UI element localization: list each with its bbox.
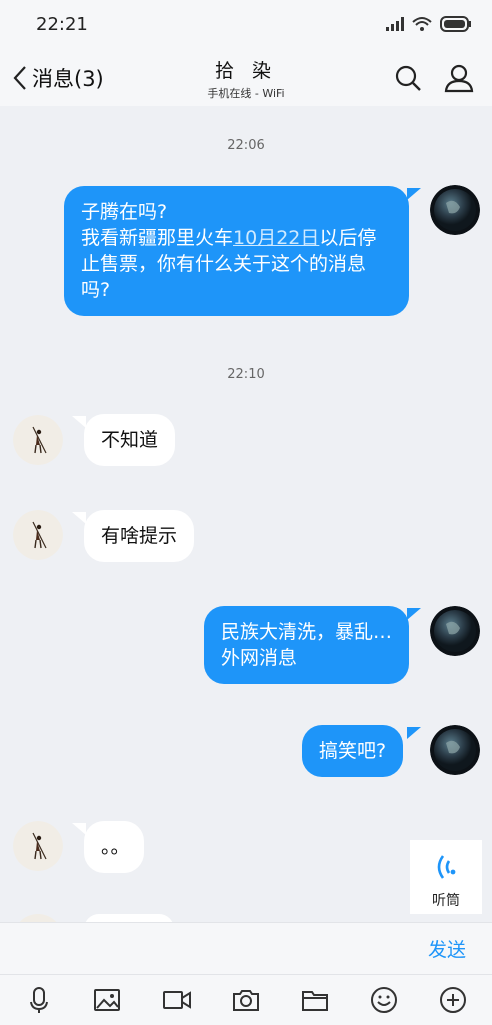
message-text: 以后停 (319, 227, 377, 249)
contact-avatar[interactable] (13, 821, 63, 871)
message-text: 有啥提示 (101, 525, 178, 547)
bubble-tail (407, 727, 421, 739)
bubble-tail (407, 188, 421, 200)
emoji-icon[interactable] (369, 985, 399, 1015)
message-line: 止售票，你有什么关于这个的消息 (81, 253, 367, 275)
date-link[interactable]: 10月22日 (233, 227, 319, 249)
message-line: 外网消息 (221, 647, 298, 669)
search-icon[interactable] (392, 62, 424, 94)
message-text: 不知道 (101, 429, 159, 451)
message-text: 我看新疆那里火车 (81, 227, 234, 249)
contact-avatar[interactable] (13, 914, 63, 922)
message-line: 吗? (81, 279, 111, 301)
image-icon[interactable] (92, 985, 122, 1015)
earpiece-label: 听筒 (432, 893, 460, 909)
message-bubble-incoming[interactable]: 有啥提示 (84, 510, 195, 562)
status-time: 22:21 (36, 14, 88, 35)
wifi-icon (412, 17, 432, 31)
message-bubble-incoming[interactable]: 。。 (84, 821, 144, 873)
status-icons (386, 16, 472, 32)
profile-icon[interactable] (443, 62, 475, 94)
chevron-left-icon (13, 66, 26, 90)
chat-messages[interactable]: 22:06 子腾在吗? 我看新疆那里火车10月22日以后停 止售票，你有什么关于… (0, 106, 492, 922)
contact-avatar[interactable] (13, 510, 63, 560)
message-input-bar[interactable]: 发送 (0, 922, 492, 975)
message-bubble-outgoing[interactable]: 子腾在吗? 我看新疆那里火车10月22日以后停 止售票，你有什么关于这个的消息 … (64, 186, 409, 316)
bubble-tail (72, 823, 86, 835)
message-bubble-incoming[interactable] (84, 914, 174, 922)
chat-title[interactable]: 拾 染 手机在线 - WiFi (146, 56, 346, 101)
back-label: 消息(3) (32, 67, 104, 91)
my-avatar[interactable] (430, 185, 480, 235)
message-line: 我看新疆那里火车10月22日以后停 (81, 225, 392, 251)
chat-header: 消息(3) 拾 染 手机在线 - WiFi (0, 50, 492, 106)
message-line: 民族大清洗，暴乱… (221, 621, 393, 643)
plus-icon[interactable] (438, 985, 468, 1015)
bubble-tail (407, 608, 421, 620)
message-timestamp: 22:10 (227, 367, 265, 382)
input-toolbar (0, 974, 492, 1025)
earpiece-icon (437, 855, 456, 879)
contact-avatar[interactable] (13, 415, 63, 465)
message-bubble-outgoing[interactable]: 搞笑吧? (302, 725, 404, 777)
signal-icon (386, 17, 404, 31)
message-text: 。。 (101, 836, 130, 858)
earpiece-toggle[interactable]: 听筒 (410, 840, 482, 914)
message-bubble-incoming[interactable]: 不知道 (84, 414, 176, 466)
my-avatar[interactable] (430, 725, 480, 775)
mic-icon[interactable] (24, 985, 54, 1015)
my-avatar[interactable] (430, 606, 480, 656)
message-bubble-outgoing[interactable]: 民族大清洗，暴乱… 外网消息 (204, 606, 409, 684)
folder-icon[interactable] (300, 985, 330, 1015)
bubble-tail (72, 416, 86, 428)
bubble-tail (72, 512, 86, 524)
message-line: 子腾在吗? (81, 201, 168, 223)
message-timestamp: 22:06 (227, 138, 265, 153)
video-icon[interactable] (162, 985, 192, 1015)
contact-status: 手机在线 - WiFi (207, 87, 285, 100)
contact-name: 拾 染 (214, 60, 278, 82)
battery-icon (440, 16, 471, 32)
status-bar: 22:21 (0, 0, 492, 50)
send-button[interactable]: 发送 (428, 935, 466, 962)
back-button[interactable]: 消息(3) (12, 62, 104, 94)
camera-icon[interactable] (231, 985, 261, 1015)
message-text: 搞笑吧? (319, 740, 387, 762)
